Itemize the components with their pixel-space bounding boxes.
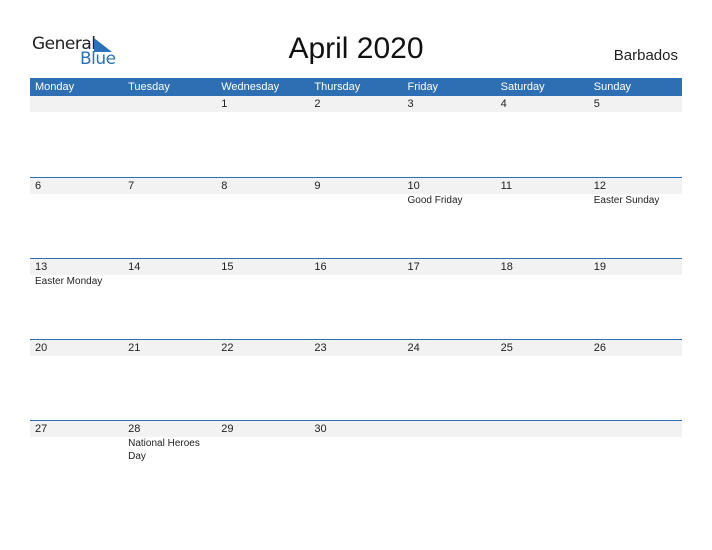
holiday-label: National Heroes Day <box>128 438 200 462</box>
weekday-sunday: Sunday <box>593 81 632 93</box>
week-cells: 1 2 3 4 5 <box>30 96 682 112</box>
holiday-label: Easter Monday <box>35 276 103 287</box>
day-cell <box>123 96 216 112</box>
day-number: 26 <box>593 342 606 354</box>
day-cell <box>589 421 682 463</box>
day-cell: 27 <box>30 421 123 463</box>
day-number: 16 <box>314 261 327 273</box>
day-cell: 18 <box>496 259 589 288</box>
day-number <box>594 421 682 437</box>
day-number: 4 <box>500 98 507 110</box>
day-number: 15 <box>221 261 234 273</box>
day-cell: 28 National Heroes Day <box>123 421 216 463</box>
day-cell: 17 <box>403 259 496 288</box>
holiday-label: Good Friday <box>407 195 463 206</box>
day-cell: 16 <box>309 259 402 288</box>
calendar-grid: Monday Tuesday Wednesday Thursday Friday… <box>30 78 682 501</box>
week-row: 1 2 3 4 5 <box>30 96 682 177</box>
day-cell: 12 Easter Sunday <box>589 178 682 207</box>
day-number: 18 <box>500 261 513 273</box>
day-cell: 1 <box>216 96 309 112</box>
week-row: 20 21 22 23 24 25 26 <box>30 339 682 420</box>
country-label: Barbados <box>613 47 678 64</box>
weekday-tuesday: Tuesday <box>128 81 170 93</box>
day-number: 22 <box>221 342 234 354</box>
day-cell: 29 <box>216 421 309 463</box>
day-number <box>128 96 216 112</box>
day-cell: 13 Easter Monday <box>30 259 123 288</box>
day-cell: 10 Good Friday <box>403 178 496 207</box>
day-number: 28 <box>128 423 141 435</box>
day-cell: 25 <box>496 340 589 356</box>
day-number: 25 <box>500 342 513 354</box>
day-number: 12 <box>593 180 606 192</box>
weekday-wednesday: Wednesday <box>221 81 280 93</box>
day-number: 8 <box>221 180 228 192</box>
day-number: 10 <box>407 180 420 192</box>
day-cell: 8 <box>216 178 309 207</box>
day-cell: 30 <box>309 421 402 463</box>
weekday-saturday: Saturday <box>500 81 545 93</box>
day-number: 24 <box>407 342 420 354</box>
day-number: 21 <box>128 342 141 354</box>
week-cells: 20 21 22 23 24 25 26 <box>30 340 682 356</box>
day-number: 23 <box>314 342 327 354</box>
day-cell: 20 <box>30 340 123 356</box>
day-number: 5 <box>593 98 600 110</box>
day-cell: 9 <box>309 178 402 207</box>
week-cells: 13 Easter Monday 14 15 16 17 18 19 <box>30 259 682 288</box>
day-number: 30 <box>314 423 327 435</box>
day-cell: 15 <box>216 259 309 288</box>
day-cell <box>496 421 589 463</box>
day-number: 3 <box>407 98 414 110</box>
day-number <box>408 421 496 437</box>
calendar-title: April 2020 <box>288 32 424 65</box>
day-cell <box>403 421 496 463</box>
day-cell: 11 <box>496 178 589 207</box>
day-number: 11 <box>500 180 513 192</box>
day-cell: 23 <box>309 340 402 356</box>
day-number: 1 <box>221 98 228 110</box>
week-cells: 6 7 8 9 10 Good Friday 11 12 Easter Sunday <box>30 178 682 207</box>
day-cell: 2 <box>309 96 402 112</box>
weekday-header: Monday Tuesday Wednesday Thursday Friday… <box>30 78 682 96</box>
weekday-monday: Monday <box>35 81 75 93</box>
day-cell: 3 <box>403 96 496 112</box>
day-number: 17 <box>407 261 420 273</box>
day-cell: 5 <box>589 96 682 112</box>
day-cell: 19 <box>589 259 682 288</box>
day-number: 13 <box>35 261 48 273</box>
week-row: 13 Easter Monday 14 15 16 17 18 19 <box>30 258 682 339</box>
day-number: 19 <box>593 261 606 273</box>
day-cell: 14 <box>123 259 216 288</box>
day-number: 29 <box>221 423 234 435</box>
weekday-friday: Friday <box>407 81 439 93</box>
day-cell: 24 <box>403 340 496 356</box>
week-row: 6 7 8 9 10 Good Friday 11 12 Easter Sunday <box>30 177 682 258</box>
day-cell: 7 <box>123 178 216 207</box>
day-number <box>501 421 589 437</box>
day-number: 20 <box>35 342 48 354</box>
day-number: 7 <box>128 180 135 192</box>
day-cell: 6 <box>30 178 123 207</box>
weekday-thursday: Thursday <box>314 81 361 93</box>
day-number: 6 <box>35 180 42 192</box>
weeks-container: 1 2 3 4 5 6 7 8 9 10 Good Friday 11 12 Easter Sunday 1… <box>30 96 682 501</box>
day-number: 14 <box>128 261 141 273</box>
holiday-label: Easter Sunday <box>593 195 660 206</box>
week-row: 27 28 National Heroes Day 29 30 <box>30 420 682 501</box>
day-number: 2 <box>314 98 321 110</box>
day-cell <box>30 96 123 112</box>
day-number <box>35 96 123 112</box>
day-number: 27 <box>35 423 48 435</box>
day-number: 9 <box>314 180 321 192</box>
day-cell: 22 <box>216 340 309 356</box>
day-cell: 21 <box>123 340 216 356</box>
day-cell: 4 <box>496 96 589 112</box>
day-cell: 26 <box>589 340 682 356</box>
week-cells: 27 28 National Heroes Day 29 30 <box>30 421 682 463</box>
